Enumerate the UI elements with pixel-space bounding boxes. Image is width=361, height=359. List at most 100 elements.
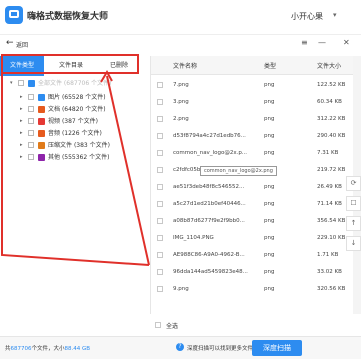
- app-logo-icon: [5, 6, 23, 24]
- category-tabs: 文件类型 文件目录 已删除: [0, 56, 140, 76]
- row-checkbox[interactable]: [157, 167, 163, 173]
- row-checkbox[interactable]: [157, 184, 163, 190]
- file-size: 219.72 KB: [317, 167, 346, 173]
- back-arrow-icon[interactable]: ←: [6, 38, 14, 48]
- tree-item-count: (1226 个文件): [61, 130, 102, 137]
- expand-icon[interactable]: ▸: [20, 152, 23, 163]
- filename-tooltip: common_nav_logo@2x.png: [200, 166, 277, 176]
- row-checkbox[interactable]: [157, 133, 163, 139]
- category-panel: 文件类型 文件目录 已删除 ▾ 全部文件 (687706 个文件) ▸ 图片 (…: [0, 56, 151, 314]
- row-checkbox[interactable]: [157, 201, 163, 207]
- row-checkbox[interactable]: [157, 99, 163, 105]
- scroll-top-icon[interactable]: ↑: [346, 216, 361, 231]
- file-type: png: [264, 184, 275, 190]
- row-checkbox[interactable]: [157, 218, 163, 224]
- file-name: AE988C86-A9A0-4962-B...: [173, 252, 245, 258]
- select-all-checkbox[interactable]: [155, 322, 161, 328]
- expand-icon[interactable]: ▸: [20, 92, 23, 103]
- expand-icon[interactable]: ▾: [10, 78, 13, 89]
- file-size: 122.52 KB: [317, 82, 346, 88]
- file-type: png: [264, 201, 275, 207]
- tab-file-type[interactable]: 文件类型: [0, 56, 44, 76]
- select-all-label: 全选: [166, 323, 179, 330]
- table-row[interactable]: 2.png png 312.22 KB: [151, 112, 353, 126]
- table-row[interactable]: ae51f3deb48f8c546552... png 26.49 KB: [151, 180, 353, 194]
- scroll-bottom-icon[interactable]: ↓: [346, 236, 361, 251]
- deep-scan-button[interactable]: 深度扫描: [252, 340, 302, 356]
- checkbox[interactable]: [28, 94, 34, 100]
- status-bar: 共687706个文件，大小88.44 GB ? 深度扫描可以找到更多文件 深度扫…: [0, 336, 361, 359]
- title-bar: 嗨格式数据恢复大师 小开心果 ▾: [0, 0, 361, 35]
- file-name: 3.png: [173, 99, 189, 105]
- tree-item-label: 视频: [48, 118, 61, 125]
- file-size: 7.31 KB: [317, 150, 339, 156]
- video-icon: [38, 118, 45, 125]
- file-size: 26.49 KB: [317, 184, 342, 190]
- file-name: ae51f3deb48f8c546552...: [173, 184, 245, 190]
- file-size: 312.22 KB: [317, 116, 346, 122]
- table-row[interactable]: common_nav_logo@2x.p... png 7.31 KB: [151, 146, 353, 160]
- file-name: 7.png: [173, 82, 189, 88]
- file-size: 60.34 KB: [317, 99, 342, 105]
- table-row[interactable]: 7.png png 122.52 KB: [151, 78, 353, 92]
- tab-deleted[interactable]: 已删除: [98, 56, 140, 76]
- other-file-icon: [38, 154, 45, 161]
- file-size: 71.14 KB: [317, 201, 342, 207]
- help-icon: ?: [176, 343, 184, 351]
- table-row[interactable]: AE988C86-A9A0-4962-B... png 1.71 KB: [151, 248, 353, 262]
- user-dropdown-icon[interactable]: ▾: [333, 11, 337, 19]
- user-name[interactable]: 小开心果: [291, 11, 323, 22]
- preview-icon[interactable]: ☐: [346, 196, 361, 211]
- row-checkbox[interactable]: [157, 150, 163, 156]
- tree-item-count: (65528 个文件): [61, 94, 106, 101]
- file-name: 96dda144ad5459823e48...: [173, 269, 248, 275]
- row-checkbox[interactable]: [157, 286, 163, 292]
- row-checkbox[interactable]: [157, 269, 163, 275]
- checkbox[interactable]: [18, 80, 24, 86]
- image-icon: [38, 94, 45, 101]
- tree-item-count: (64820 个文件): [61, 106, 106, 113]
- table-row[interactable]: d53f8794a4c27d1edb76... png 290.40 KB: [151, 129, 353, 143]
- file-type: png: [264, 99, 275, 105]
- file-type: png: [264, 286, 275, 292]
- folder-icon: [28, 80, 35, 87]
- summary-count: 687706: [10, 346, 32, 352]
- table-row[interactable]: 3.png png 60.34 KB: [151, 95, 353, 109]
- tree-item-count: (555362 个文件): [61, 154, 110, 161]
- table-row[interactable]: 96dda144ad5459823e48... png 33.02 KB: [151, 265, 353, 279]
- checkbox[interactable]: [28, 118, 34, 124]
- close-icon[interactable]: ✕: [343, 38, 350, 47]
- audio-icon: [38, 130, 45, 137]
- row-checkbox[interactable]: [157, 116, 163, 122]
- expand-icon[interactable]: ▸: [20, 104, 23, 115]
- refresh-icon[interactable]: ⟳: [346, 176, 361, 191]
- expand-icon[interactable]: ▸: [20, 128, 23, 139]
- table-row[interactable]: IMG_1104.PNG png 229.10 KB: [151, 231, 353, 245]
- row-checkbox[interactable]: [157, 252, 163, 258]
- menu-icon[interactable]: ≡: [301, 38, 308, 47]
- scan-summary: 共687706个文件，大小88.44 GB: [5, 344, 90, 352]
- checkbox[interactable]: [28, 106, 34, 112]
- file-size: 229.10 KB: [317, 235, 346, 241]
- back-button[interactable]: 返回: [16, 40, 28, 49]
- table-row[interactable]: 9.png png 320.56 KB: [151, 282, 353, 296]
- file-type: png: [264, 150, 275, 156]
- column-name[interactable]: 文件名称: [173, 61, 197, 70]
- column-type[interactable]: 类型: [264, 61, 276, 70]
- checkbox[interactable]: [28, 142, 34, 148]
- column-size[interactable]: 文件大小: [317, 61, 341, 70]
- checkbox[interactable]: [28, 154, 34, 160]
- expand-icon[interactable]: ▸: [20, 116, 23, 127]
- row-checkbox[interactable]: [157, 235, 163, 241]
- checkbox[interactable]: [28, 130, 34, 136]
- table-row[interactable]: a5c27d1ed21b0ef40446... png 71.14 KB: [151, 197, 353, 211]
- file-name: IMG_1104.PNG: [173, 235, 214, 241]
- expand-icon[interactable]: ▸: [20, 140, 23, 151]
- file-size: 290.40 KB: [317, 133, 346, 139]
- row-checkbox[interactable]: [157, 82, 163, 88]
- table-row[interactable]: a08b87d6277f9e2f9bb0... png 356.54 KB: [151, 214, 353, 228]
- tree-item-label: 压缩文件: [48, 142, 73, 149]
- minimize-icon[interactable]: —: [318, 38, 326, 47]
- tree-item-label: 图片: [48, 94, 61, 101]
- tab-file-directory[interactable]: 文件目录: [48, 56, 94, 76]
